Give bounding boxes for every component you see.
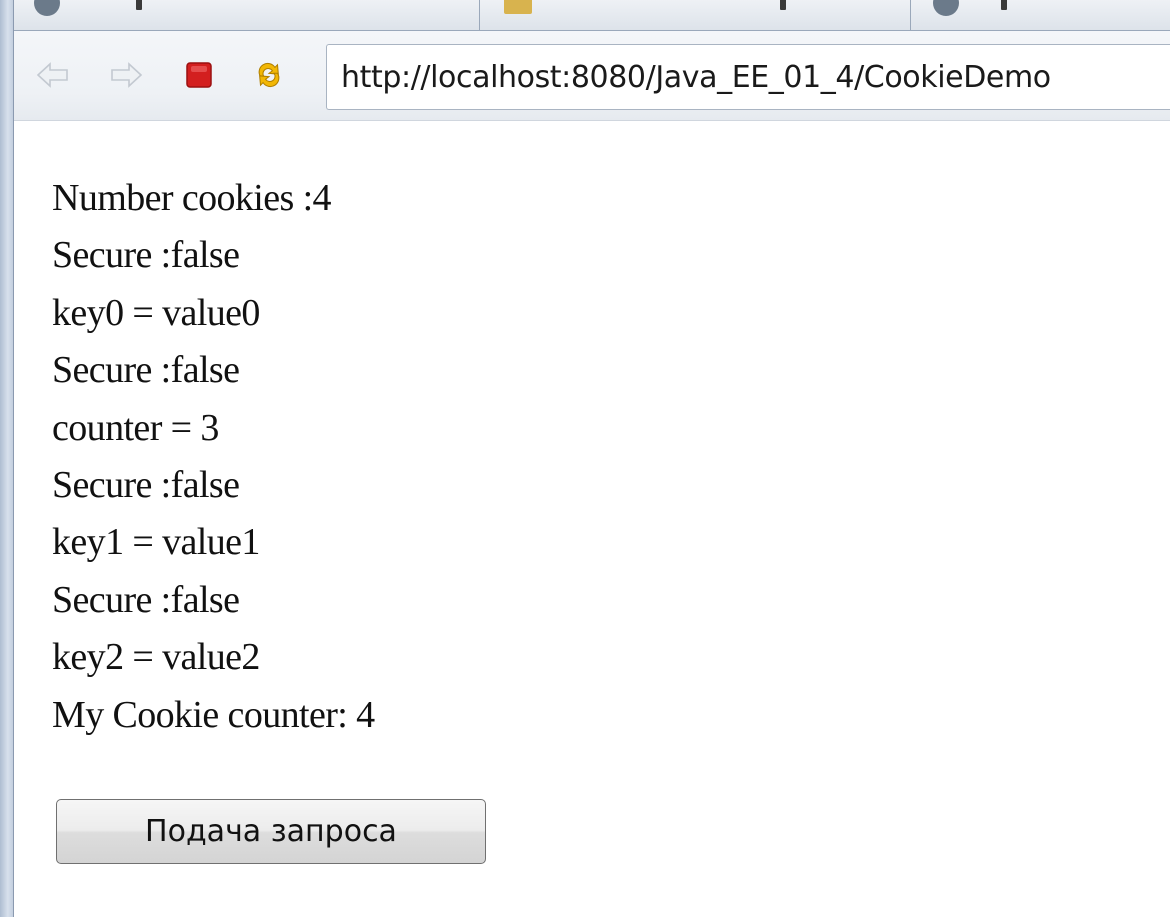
stop-button[interactable]	[182, 58, 216, 92]
folder-icon	[504, 0, 532, 14]
cookie-counter-text: My Cookie counter: 4	[52, 693, 375, 736]
globe-icon	[933, 0, 959, 16]
forward-arrow-icon	[111, 62, 143, 88]
secure-flag-text: Secure :false	[52, 578, 240, 621]
tab-title-fragment	[780, 0, 786, 10]
secure-flag-text: Secure :false	[52, 349, 240, 392]
tab-2[interactable]	[480, 0, 911, 30]
refresh-icon	[258, 62, 280, 88]
page-content: Number cookies :4 Secure :false key0 = v…	[52, 170, 1152, 744]
navigation-toolbar	[14, 31, 1170, 121]
back-arrow-icon	[36, 62, 68, 88]
tab-title-fragment	[136, 0, 142, 10]
forward-button[interactable]	[109, 58, 143, 92]
submit-request-button[interactable]: Подача запроса	[56, 799, 486, 864]
stop-icon	[186, 62, 212, 88]
tab-strip	[14, 0, 1170, 31]
tab-title-fragment	[1001, 0, 1007, 10]
cookie-entry-text: key2 = value2	[52, 636, 260, 679]
url-input[interactable]	[341, 45, 1170, 109]
cookie-entry-text: counter = 3	[52, 406, 219, 449]
globe-icon	[34, 0, 60, 16]
tab-3[interactable]	[911, 0, 1170, 30]
address-bar[interactable]	[326, 44, 1170, 110]
cookie-entry-text: key0 = value0	[52, 291, 260, 334]
cookie-entry-text: key1 = value1	[52, 521, 260, 564]
secure-flag-text: Secure :false	[52, 234, 240, 277]
window-frame-left	[0, 0, 14, 917]
secure-flag-text: Secure :false	[52, 464, 240, 507]
tab-1[interactable]	[14, 0, 480, 30]
back-button[interactable]	[36, 58, 70, 92]
cookie-count-text: Number cookies :4	[52, 177, 332, 219]
refresh-button[interactable]	[252, 58, 286, 92]
